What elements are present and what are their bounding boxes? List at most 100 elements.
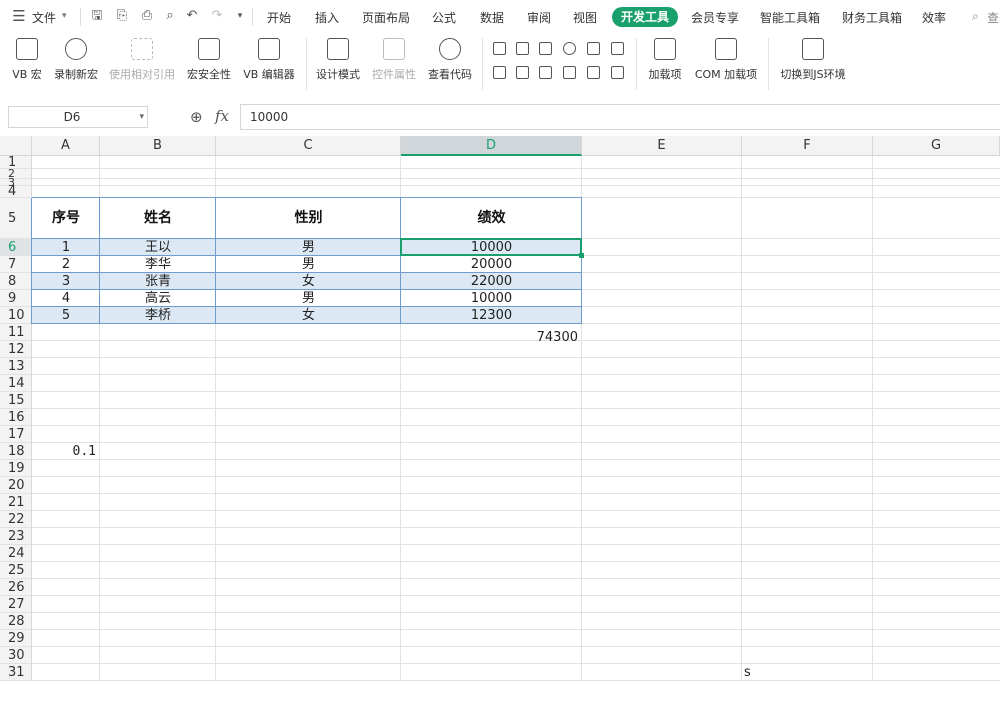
row-header-20[interactable]: 20 <box>0 477 32 494</box>
cell-a18[interactable]: 0.1 <box>32 443 96 460</box>
row-header-22[interactable]: 22 <box>0 511 32 528</box>
row-header-27[interactable]: 27 <box>0 596 32 613</box>
row-header-11[interactable]: 11 <box>0 324 32 341</box>
header-seq[interactable]: 序号 <box>32 198 100 239</box>
switch-js-button[interactable]: 切换到JS环境 <box>778 38 848 82</box>
file-menu[interactable]: 文件 <box>32 9 56 26</box>
chevron-down-icon[interactable]: ▾ <box>62 11 67 21</box>
header-performance[interactable]: 绩效 <box>401 198 582 239</box>
row-header-31[interactable]: 31 <box>0 664 32 681</box>
column-header-b[interactable]: B <box>100 136 216 156</box>
scrollbar-control-icon[interactable] <box>539 66 552 79</box>
table-cell[interactable]: 女 <box>216 307 401 324</box>
chevron-down-icon[interactable]: ▾ <box>139 107 144 127</box>
quick-access-more-icon[interactable]: ▾ <box>233 9 247 23</box>
tab-developer[interactable]: 开发工具 <box>612 7 679 27</box>
table-cell[interactable]: 10000 <box>401 290 582 307</box>
combobox-control-icon[interactable] <box>611 42 624 55</box>
addins-button[interactable]: 加载项 <box>645 38 685 82</box>
table-cell[interactable]: 高云 <box>100 290 216 307</box>
view-code-button[interactable]: 查看代码 <box>425 38 475 82</box>
com-addins-button[interactable]: COM 加载项 <box>692 38 760 82</box>
row-header-14[interactable]: 14 <box>0 375 32 392</box>
formula-input[interactable]: 10000 <box>240 104 1000 130</box>
row-header-28[interactable]: 28 <box>0 613 32 630</box>
select-all-corner[interactable] <box>0 136 32 156</box>
row-header-17[interactable]: 17 <box>0 426 32 443</box>
table-cell[interactable]: 男 <box>216 256 401 273</box>
undo-icon[interactable]: ↶ <box>185 9 199 23</box>
text-label-control-icon[interactable] <box>563 66 576 79</box>
tab-page-layout[interactable]: 页面布局 <box>362 9 410 26</box>
table-cell[interactable]: 2 <box>32 256 100 273</box>
table-cell[interactable]: 王以 <box>100 239 216 256</box>
button-control-icon[interactable] <box>539 42 552 55</box>
tab-review[interactable]: 审阅 <box>527 9 551 26</box>
label-control-icon[interactable] <box>493 66 506 79</box>
tab-formulas[interactable]: 公式 <box>432 9 456 26</box>
row-header-2[interactable]: 2 <box>0 168 32 179</box>
row-header-3[interactable]: 3 <box>0 177 32 188</box>
table-cell[interactable]: 张青 <box>100 273 216 290</box>
radio-control-icon[interactable] <box>563 42 576 55</box>
spin-control-icon[interactable] <box>516 66 529 79</box>
tab-member[interactable]: 会员专享 <box>691 9 739 26</box>
image-control-icon[interactable] <box>587 66 600 79</box>
search-label[interactable]: 查 <box>987 9 999 26</box>
print-icon[interactable]: ⎙ <box>140 9 154 23</box>
table-cell[interactable]: 3 <box>32 273 100 290</box>
tab-view[interactable]: 视图 <box>573 9 597 26</box>
row-header-6[interactable]: 6 <box>0 239 32 256</box>
total-cell[interactable]: 74300 <box>401 329 578 346</box>
row-header-21[interactable]: 21 <box>0 494 32 511</box>
tab-finance-tools[interactable]: 财务工具箱 <box>842 9 902 26</box>
row-header-23[interactable]: 23 <box>0 528 32 545</box>
table-cell[interactable]: 1 <box>32 239 100 256</box>
hamburger-menu-icon[interactable]: ☰ <box>12 9 26 24</box>
table-cell[interactable]: 李桥 <box>100 307 216 324</box>
column-header-d[interactable]: D <box>401 136 582 156</box>
row-header-26[interactable]: 26 <box>0 579 32 596</box>
row-header-10[interactable]: 10 <box>0 307 32 324</box>
column-header-a[interactable]: A <box>32 136 100 156</box>
header-gender[interactable]: 性别 <box>216 198 401 239</box>
row-header-9[interactable]: 9 <box>0 290 32 307</box>
table-cell[interactable]: 12300 <box>401 307 582 324</box>
search-icon[interactable]: ⌕ <box>972 9 979 24</box>
tab-data[interactable]: 数据 <box>480 9 504 26</box>
column-header-f[interactable]: F <box>742 136 873 156</box>
tab-smart-tools[interactable]: 智能工具箱 <box>760 9 820 26</box>
row-header-15[interactable]: 15 <box>0 392 32 409</box>
cell-f31[interactable]: s <box>744 664 751 681</box>
fill-handle[interactable] <box>579 253 584 258</box>
name-box[interactable]: D6 ▾ <box>8 106 148 128</box>
relative-reference-button[interactable]: 使用相对引用 <box>106 38 178 82</box>
design-mode-button[interactable]: 设计模式 <box>313 38 363 82</box>
redo-icon[interactable]: ↷ <box>210 9 224 23</box>
control-properties-button[interactable]: 控件属性 <box>369 38 419 82</box>
tab-efficiency[interactable]: 效率 <box>922 9 946 26</box>
row-header-19[interactable]: 19 <box>0 460 32 477</box>
tab-home[interactable]: 开始 <box>267 9 291 26</box>
column-header-e[interactable]: E <box>582 136 742 156</box>
row-header-13[interactable]: 13 <box>0 358 32 375</box>
export-pdf-icon[interactable]: ⎘ <box>115 9 129 23</box>
table-cell[interactable]: 男 <box>216 239 401 256</box>
row-header-5[interactable]: 5 <box>0 198 32 239</box>
table-cell[interactable]: 22000 <box>401 273 582 290</box>
row-header-12[interactable]: 12 <box>0 341 32 358</box>
table-cell[interactable]: 女 <box>216 273 401 290</box>
table-cell[interactable]: 李华 <box>100 256 216 273</box>
column-header-c[interactable]: C <box>216 136 401 156</box>
row-header-1[interactable]: 1 <box>0 156 32 169</box>
table-cell[interactable]: 4 <box>32 290 100 307</box>
row-header-18[interactable]: 18 <box>0 443 32 460</box>
row-header-24[interactable]: 24 <box>0 545 32 562</box>
row-header-16[interactable]: 16 <box>0 409 32 426</box>
vb-editor-button[interactable]: VB 编辑器 <box>240 38 298 82</box>
frame-control-icon[interactable] <box>611 66 624 79</box>
textbox-control-icon[interactable] <box>516 42 529 55</box>
table-cell[interactable]: 男 <box>216 290 401 307</box>
listbox-control-icon[interactable] <box>587 42 600 55</box>
row-header-8[interactable]: 8 <box>0 273 32 290</box>
